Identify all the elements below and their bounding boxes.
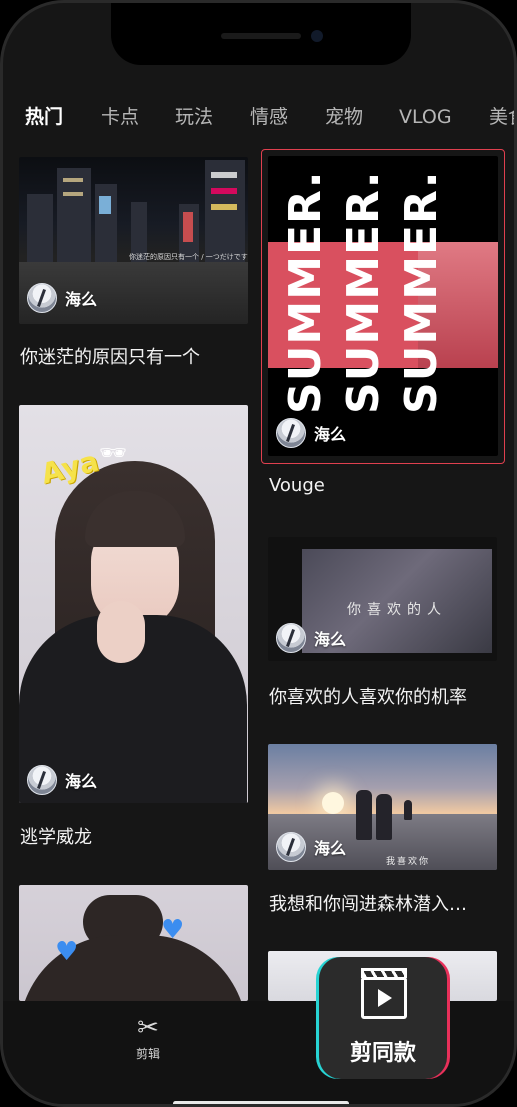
author-name: 海么 [65,772,98,791]
front-camera [311,30,323,42]
author-row: 海么 [27,765,97,795]
author-row: 海么 [27,283,97,313]
same-style-button[interactable]: 剪同款 [319,957,447,1079]
author-name: 海么 [65,290,98,309]
template-card[interactable]: 你迷茫的原因只有一个 / 一つだけです 海么 你迷茫的原因只有一个 [19,157,248,372]
speaker [221,33,301,39]
thumbnail-film: 你喜欢的人 海么 [268,537,497,661]
tab-pets[interactable]: 宠物 [325,99,363,135]
notch [111,3,411,65]
avatar [276,832,306,862]
thumbnail-pier: 我喜欢你 海么 [268,744,497,870]
avatar [27,765,57,795]
avatar [276,418,306,448]
category-tabs: 热门 卡点 玩法 情感 宠物 VLOG 美食 [3,99,514,139]
author-row: 海么 [276,418,346,448]
thumbnail-summer: SUMMER. SUMMER. SUMMER. 海么 [268,156,498,456]
video-caption: 我喜欢你 [386,857,431,867]
summer-text: SUMMER. [338,170,389,414]
home-indicator[interactable] [173,1101,349,1104]
card-title: 我想和你闯进森林潜入… [269,894,467,915]
video-subtitle: 你迷茫的原因只有一个 / 一つだけです [129,253,248,261]
tab-food[interactable]: 美食 [489,99,514,135]
heart-icon: ♥ [55,937,79,967]
template-card[interactable]: 我喜欢你 海么 我想和你闯进森林潜入… [268,744,497,915]
avatar [27,283,57,313]
template-card[interactable]: Aya 🕶 海么 逃学威龙 [19,405,248,848]
card-title: 你迷茫的原因只有一个 [20,347,200,368]
heart-icon: ♥ [161,915,185,945]
thumbnail-portrait: Aya 🕶 海么 [19,405,248,803]
tab-hot[interactable]: 热门 [25,99,63,135]
author-row: 海么 [276,623,346,653]
tab-gameplay[interactable]: 玩法 [175,99,213,135]
tab-beat[interactable]: 卡点 [101,99,139,135]
card-title: 逃学威龙 [20,827,92,848]
author-name: 海么 [314,839,347,858]
avatar [276,623,306,653]
tab-emotion[interactable]: 情感 [250,99,288,135]
card-title: 你喜欢的人喜欢你的机率 [269,687,467,708]
thumbnail-city-night: 你迷茫的原因只有一个 / 一つだけです 海么 [19,157,248,324]
same-style-label: 剪同款 [349,1041,416,1066]
phone-screen: 热门 卡点 玩法 情感 宠物 VLOG 美食 你迷茫的原因只有一个 / 一つだけ… [0,0,517,1107]
tab-vlog[interactable]: VLOG [399,99,452,135]
edit-label: 剪辑 [135,1047,160,1061]
edit-button[interactable]: ✂ 剪辑 [123,1013,173,1062]
film-text: 你喜欢的人 [347,602,447,618]
summer-text: SUMMER. [396,170,447,414]
scissors-icon: ✂ [137,1013,159,1043]
sunglasses-icon: 🕶 [99,441,127,466]
template-card[interactable]: ♥ ♥ [19,885,248,1001]
thumbnail-hair-bun: ♥ ♥ [19,885,248,1001]
author-row: 海么 [276,832,346,862]
summer-text: SUMMER. [280,170,331,414]
template-card[interactable]: 你喜欢的人 海么 你喜欢的人喜欢你的机率 [268,537,497,708]
card-title: Vouge [269,475,325,496]
author-name: 海么 [314,425,347,444]
author-name: 海么 [314,630,347,649]
clapperboard-icon [361,968,407,1019]
template-card-selected[interactable]: SUMMER. SUMMER. SUMMER. 海么 Vouge [261,149,505,501]
